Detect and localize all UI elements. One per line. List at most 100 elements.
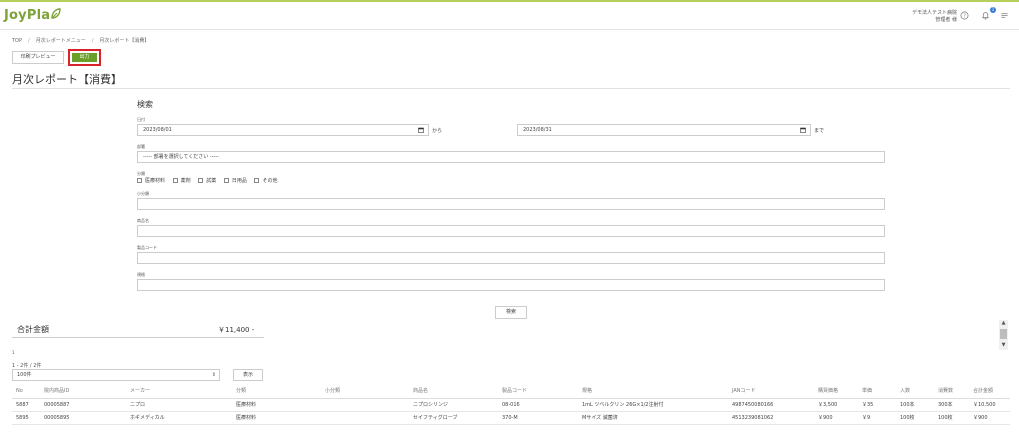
cell-product-name: ニプロシリンジ — [409, 398, 498, 412]
title-divider — [12, 88, 1010, 89]
cell-product-code: 370-M — [498, 411, 578, 425]
cell-jan: 4513239081062 — [728, 411, 814, 425]
page-number[interactable]: 1 — [12, 350, 15, 355]
col-header-item-id: 院内商品ID — [40, 384, 126, 399]
bell-icon[interactable] — [981, 11, 990, 20]
cell-subcategory — [321, 411, 409, 425]
cell-total: ￥900 — [969, 411, 1010, 425]
product-name-input[interactable] — [137, 225, 885, 237]
cell-maker: ニプロ — [126, 398, 232, 412]
category-option-label: その他 — [262, 178, 278, 184]
col-header-unit-price: 単価 — [858, 384, 896, 399]
checkbox[interactable] — [223, 178, 229, 183]
breadcrumb-report-menu[interactable]: 月次レポートメニュー — [36, 38, 86, 44]
col-header-purchase-price: 購買価格 — [814, 384, 858, 399]
menu-icon[interactable] — [1000, 11, 1009, 20]
calendar-icon[interactable] — [800, 127, 806, 133]
cell-category: 医療材料 — [232, 398, 321, 412]
spec-input[interactable] — [137, 279, 885, 291]
cell-purchase-price: ￥900 — [814, 411, 858, 425]
scroll-down-icon[interactable]: ▼ — [1000, 343, 1007, 348]
per-page-select[interactable]: 100件 ⇕ — [12, 369, 220, 381]
product-name-label: 商品名 — [137, 218, 149, 223]
cell-purchase-price: ￥3,500 — [814, 398, 858, 412]
total-divider — [12, 337, 264, 338]
cell-no: 5887 — [12, 398, 40, 412]
result-count: 1 - 2件 / 2件 — [12, 363, 42, 369]
results-table: No 院内商品ID メーカー 分類 小分類 商品名 製品コード 規格 JANコー… — [12, 384, 1010, 425]
col-header-quantity: 入数 — [896, 384, 934, 399]
cell-maker: ホギメディカル — [126, 411, 232, 425]
product-code-input[interactable] — [137, 252, 885, 264]
col-header-jan: JANコード — [728, 384, 814, 399]
cell-consumed: 100枚 — [934, 411, 969, 425]
app-header: JoyPla デモ法人テスト病院 管理者 様 ? 1 — [0, 0, 1019, 30]
cell-spec: Mサイズ 滅菌済 — [578, 411, 728, 425]
date-from-value: 2023/08/01 — [143, 127, 172, 133]
output-button-highlight: 出力 — [68, 49, 101, 66]
scroll-up-icon[interactable]: ▲ — [1000, 321, 1007, 326]
spec-label: 規格 — [137, 272, 145, 277]
updown-icon: ⇕ — [211, 372, 216, 378]
date-to-input[interactable]: 2023/08/31 — [517, 124, 811, 136]
cell-no: 5895 — [12, 411, 40, 425]
cell-product-code: 08-016 — [498, 398, 578, 412]
cell-item-id: 00005887 — [40, 398, 126, 412]
app-logo[interactable]: JoyPla — [4, 8, 61, 23]
col-header-product-code: 製品コード — [498, 384, 578, 399]
scrollbar-thumb[interactable] — [1000, 329, 1007, 339]
display-button[interactable]: 表示 — [233, 369, 263, 381]
total-value: ￥11,400 - — [218, 326, 255, 334]
category-option-reagent[interactable]: 試薬 — [198, 178, 216, 184]
cell-product-name: セイフティグローブ — [409, 411, 498, 425]
leaf-icon — [51, 8, 61, 19]
date-from-input[interactable]: 2023/08/01 — [137, 124, 429, 136]
total-label: 合計金額 — [17, 325, 49, 334]
col-header-total: 合計金額 — [969, 384, 1010, 399]
cell-item-id: 00005895 — [40, 411, 126, 425]
search-button[interactable]: 検索 — [495, 306, 527, 319]
col-header-product-name: 商品名 — [409, 384, 498, 399]
subcategory-label: 小分類 — [137, 191, 149, 196]
col-header-spec: 規格 — [578, 384, 728, 399]
col-header-maker: メーカー — [126, 384, 232, 399]
product-code-label: 製品コード — [137, 245, 157, 250]
cell-category: 医療材料 — [232, 411, 321, 425]
print-preview-button[interactable]: 印刷プレビュー — [12, 51, 64, 64]
category-checkboxes: 医療材料 薬剤 試薬 日用品 その他 — [137, 177, 283, 184]
category-option-drug[interactable]: 薬剤 — [172, 178, 191, 184]
checkbox[interactable] — [172, 178, 178, 183]
calendar-icon[interactable] — [418, 127, 424, 133]
help-icon[interactable]: ? — [960, 11, 969, 20]
notification-badge: 1 — [990, 7, 996, 13]
category-option-daily[interactable]: 日用品 — [223, 178, 247, 184]
output-button[interactable]: 出力 — [72, 53, 97, 62]
checkbox[interactable] — [198, 178, 204, 183]
cell-quantity: 100本 — [896, 398, 934, 412]
user-name: 管理者 様 — [935, 17, 957, 23]
table-header-row: No 院内商品ID メーカー 分類 小分類 商品名 製品コード 規格 JANコー… — [12, 384, 1010, 399]
subcategory-input[interactable] — [137, 198, 885, 210]
cell-spec: 1mL ツベルクリン 26G×1/2注射付 — [578, 398, 728, 412]
cell-subcategory — [321, 398, 409, 412]
department-select[interactable]: ----- 部署を選択してください ----- — [137, 151, 885, 163]
table-row[interactable]: 5895 00005895 ホギメディカル 医療材料 セイフティグローブ 370… — [12, 411, 1010, 425]
breadcrumb-top[interactable]: TOP — [12, 38, 22, 44]
checkbox[interactable] — [254, 178, 260, 183]
page-title: 月次レポート【消費】 — [12, 73, 122, 86]
company-name: デモ法人テスト病院 — [911, 10, 957, 16]
col-header-category: 分類 — [232, 384, 321, 399]
category-option-label: 日用品 — [231, 178, 247, 184]
checkbox[interactable] — [137, 178, 142, 183]
breadcrumb-separator: / — [28, 38, 30, 44]
category-option-medical[interactable]: 医療材料 — [137, 178, 165, 184]
scrollbar[interactable]: ▲ ▼ — [999, 320, 1008, 350]
col-header-consumed: 消費数 — [934, 384, 969, 399]
cell-unit-price: ￥35 — [858, 398, 896, 412]
svg-text:?: ? — [963, 13, 966, 19]
breadcrumb: TOP / 月次レポートメニュー / 月次レポート【消費】 — [12, 37, 149, 44]
breadcrumb-current: 月次レポート【消費】 — [99, 38, 150, 44]
table-row[interactable]: 5887 00005887 ニプロ 医療材料 ニプロシリンジ 08-016 1m… — [12, 398, 1010, 412]
category-option-other[interactable]: その他 — [254, 178, 277, 184]
department-placeholder: ----- 部署を選択してください ----- — [143, 154, 219, 160]
